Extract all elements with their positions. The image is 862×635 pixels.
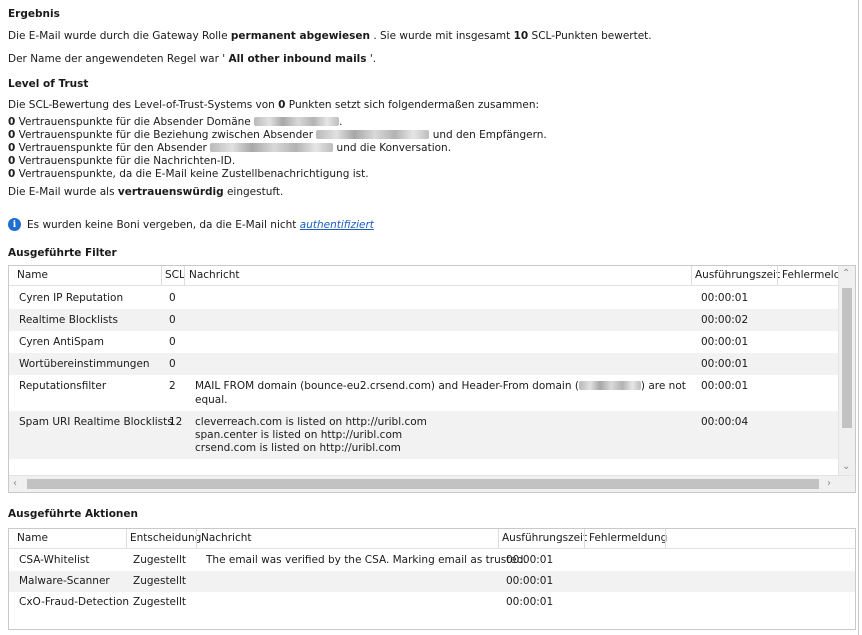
- column-header-message[interactable]: Nachricht: [189, 269, 240, 281]
- column-header-exec-time[interactable]: Ausführungszeit: [695, 269, 780, 281]
- table-row[interactable]: Cyren IP Reputation 0 00:00:01: [9, 287, 839, 309]
- scroll-right-icon[interactable]: ›: [827, 479, 831, 489]
- trust-classification: Die E-Mail wurde als vertrauenswürdig ei…: [8, 186, 284, 198]
- actions-heading: Ausgeführte Aktionen: [8, 508, 138, 520]
- table-row[interactable]: Cyren AntiSpam 0 00:00:01: [9, 331, 839, 353]
- table-row[interactable]: Realtime Blocklists 0 00:00:02: [9, 309, 839, 331]
- column-header-error[interactable]: Fehlermeldung: [589, 532, 667, 544]
- table-row[interactable]: Reputationsfilter 2 MAIL FROM domain (bo…: [9, 375, 839, 411]
- result-line-2: Der Name der angewendeten Regel war ' Al…: [8, 53, 377, 65]
- scroll-thumb[interactable]: [842, 288, 852, 428]
- actions-grid[interactable]: Name Entscheidung Nachricht Ausführungsz…: [8, 528, 856, 630]
- column-header-name[interactable]: Name: [17, 532, 48, 544]
- info-icon: i: [8, 218, 21, 231]
- redacted-domain: [254, 117, 340, 126]
- horizontal-scrollbar[interactable]: ‹ ›: [9, 475, 855, 492]
- redacted-domain: [578, 381, 641, 390]
- result-heading: Ergebnis: [8, 8, 60, 20]
- table-row[interactable]: CSA-Whitelist Zugestellt The email was v…: [9, 550, 855, 571]
- trust-info: i Es wurden keine Boni vergeben, da die …: [8, 218, 374, 231]
- trust-item-2: 0 Vertrauenspunkte für die Beziehung zwi…: [8, 129, 547, 141]
- trust-item-4: 0 Vertrauenspunkte für die Nachrichten-I…: [8, 155, 236, 167]
- scroll-left-icon[interactable]: ‹: [13, 479, 17, 489]
- result-line-1: Die E-Mail wurde durch die Gateway Rolle…: [8, 30, 652, 42]
- column-header-decision[interactable]: Entscheidung: [130, 532, 201, 544]
- column-header-message[interactable]: Nachricht: [201, 532, 252, 544]
- scroll-down-icon[interactable]: ⌄: [842, 462, 850, 472]
- trust-heading: Level of Trust: [8, 78, 89, 90]
- table-row[interactable]: Spam URI Realtime Blocklists 12 cleverre…: [9, 411, 839, 459]
- column-header-name[interactable]: Name: [17, 269, 48, 281]
- column-header-scl[interactable]: SCL: [165, 269, 185, 281]
- trust-intro: Die SCL-Bewertung des Level-of-Trust-Sys…: [8, 99, 540, 111]
- trust-item-5: 0 Vertrauenspunkte, da die E-Mail keine …: [8, 168, 369, 180]
- authenticated-link[interactable]: authentifiziert: [300, 219, 374, 231]
- table-row[interactable]: CxO-Fraud-Detection Zugestellt 00:00:01: [9, 592, 855, 613]
- table-row[interactable]: Wortübereinstimmungen 0 00:00:01: [9, 353, 839, 375]
- filters-header: Name SCL Nachricht Ausführungszeit Fehle…: [9, 266, 855, 286]
- scroll-thumb[interactable]: [27, 479, 819, 489]
- redacted-sender: [210, 143, 334, 152]
- table-row[interactable]: Malware-Scanner Zugestellt 00:00:01: [9, 571, 855, 592]
- report-panel: Ergebnis Die E-Mail wurde durch die Gate…: [0, 0, 859, 635]
- filters-grid[interactable]: Name SCL Nachricht Ausführungszeit Fehle…: [8, 265, 856, 493]
- column-header-exec-time[interactable]: Ausführungszeit: [502, 532, 587, 544]
- scroll-up-icon[interactable]: ⌃: [842, 269, 850, 279]
- actions-header: Name Entscheidung Nachricht Ausführungsz…: [9, 529, 855, 549]
- vertical-scrollbar[interactable]: ⌃ ⌄: [838, 266, 855, 475]
- filters-heading: Ausgeführte Filter: [8, 247, 117, 259]
- redacted-sender: [316, 130, 430, 139]
- column-header-error[interactable]: Fehlermeld: [782, 269, 840, 281]
- trust-item-3: 0 Vertrauenspunkte für den Absender und …: [8, 142, 452, 154]
- trust-item-1: 0 Vertrauenspunkte für die Absender Domä…: [8, 116, 343, 128]
